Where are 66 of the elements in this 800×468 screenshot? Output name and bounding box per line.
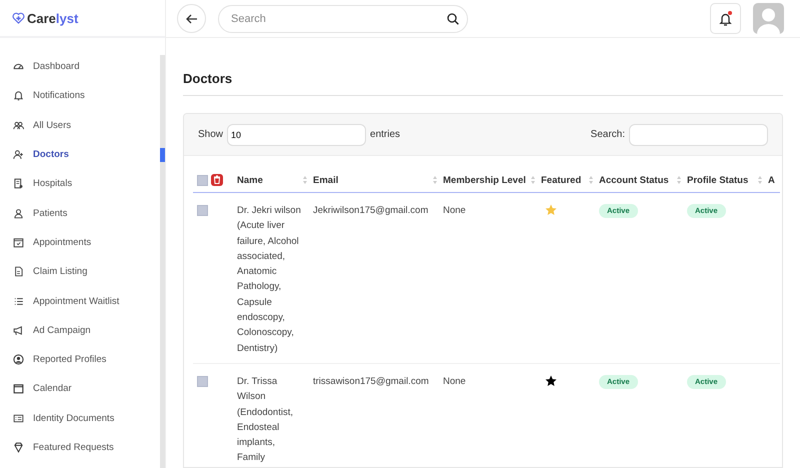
column-header[interactable]: Featured bbox=[541, 174, 582, 186]
sidebar-item[interactable]: Reported Profiles bbox=[12, 344, 160, 374]
entries-field[interactable]: 10 bbox=[227, 124, 366, 146]
sort-icon[interactable] bbox=[433, 176, 437, 184]
sidebar-item[interactable]: Doctors bbox=[12, 140, 160, 170]
sidebar-item-icon bbox=[12, 236, 25, 249]
sidebar-item-icon bbox=[12, 89, 25, 102]
notifications-button[interactable] bbox=[710, 3, 741, 34]
heart-plus-logo-icon bbox=[12, 10, 25, 26]
email-text: trissawison175@gmail.com bbox=[313, 376, 429, 387]
search-label: Search: bbox=[590, 129, 625, 140]
star-icon[interactable] bbox=[545, 374, 557, 387]
sidebar-item[interactable]: Featured Requests bbox=[12, 432, 160, 462]
user-avatar[interactable] bbox=[753, 3, 784, 34]
row-checkbox[interactable] bbox=[197, 376, 208, 387]
table-search-field[interactable] bbox=[629, 124, 768, 146]
sort-icon[interactable] bbox=[677, 176, 681, 184]
brand-name: Carelyst bbox=[27, 10, 78, 26]
sidebar-item-icon bbox=[12, 177, 25, 190]
back-button[interactable] bbox=[177, 4, 206, 33]
sidebar-item[interactable]: Identity Documents bbox=[12, 404, 160, 433]
doctor-name: Dr. Trissa Wilson (Endodontist, Endosteal implants, Family bbox=[237, 376, 293, 464]
entries-label: entries bbox=[370, 129, 400, 140]
page-title: Doctors bbox=[183, 71, 783, 96]
doctor-name: Dr. Jekri wilson (Acute liver failure, Alcohol associated, Anatomic Pathology, Capsule endoscopy, Colonoscopy, Dentistry) bbox=[237, 205, 301, 354]
column-header[interactable]: Email bbox=[313, 174, 338, 186]
email-text: Jekriwilson175@gmail.com bbox=[313, 205, 428, 216]
sort-icon[interactable] bbox=[589, 176, 593, 184]
sort-icon[interactable] bbox=[303, 176, 307, 184]
bell-icon bbox=[719, 12, 732, 26]
sidebar-item[interactable]: Calendar bbox=[12, 374, 160, 404]
sidebar-item[interactable]: Appointments bbox=[12, 228, 160, 258]
sidebar-scrollbar[interactable] bbox=[160, 55, 165, 468]
sidebar-item[interactable]: Appointment Waitlist bbox=[12, 286, 160, 316]
sidebar-item[interactable]: Hospitals bbox=[12, 169, 160, 198]
left-arrow-icon bbox=[186, 14, 198, 24]
membership-level: None bbox=[443, 376, 466, 387]
sidebar-item[interactable]: Dashboard bbox=[12, 52, 160, 82]
column-header[interactable]: Profile Status bbox=[687, 174, 748, 186]
show-label: Show bbox=[198, 129, 224, 140]
sidebar-item-icon bbox=[12, 441, 25, 454]
sidebar-item-icon bbox=[12, 382, 25, 396]
sidebar-item-icon bbox=[12, 265, 25, 278]
sidebar-item-icon bbox=[12, 206, 25, 220]
sidebar-item[interactable]: Patients bbox=[12, 198, 160, 228]
sidebar-item[interactable]: Claim Listing bbox=[12, 257, 160, 286]
membership-level: None bbox=[443, 205, 466, 216]
sidebar-item-icon bbox=[12, 148, 25, 162]
sidebar-item[interactable]: All Users bbox=[12, 110, 160, 140]
select-all-checkbox[interactable] bbox=[197, 174, 208, 186]
sidebar-item[interactable]: Ad Campaign bbox=[12, 316, 160, 345]
row-checkbox[interactable] bbox=[197, 204, 208, 216]
sort-icon[interactable] bbox=[531, 176, 535, 184]
sort-icon[interactable] bbox=[758, 176, 762, 184]
trash-icon bbox=[211, 174, 223, 186]
column-header[interactable]: A bbox=[768, 174, 775, 186]
column-header[interactable]: Name bbox=[237, 174, 263, 186]
sidebar-item[interactable]: Notifications bbox=[12, 81, 160, 111]
star-icon[interactable] bbox=[545, 204, 557, 216]
column-header[interactable]: Account Status bbox=[599, 174, 669, 186]
sidebar-item-icon bbox=[12, 353, 25, 366]
delete-button[interactable] bbox=[211, 174, 223, 186]
search-icon bbox=[447, 12, 459, 24]
column-header[interactable]: Membership Level bbox=[443, 174, 526, 186]
sidebar-item-icon bbox=[12, 324, 25, 337]
search-field[interactable]: Search bbox=[218, 4, 468, 32]
